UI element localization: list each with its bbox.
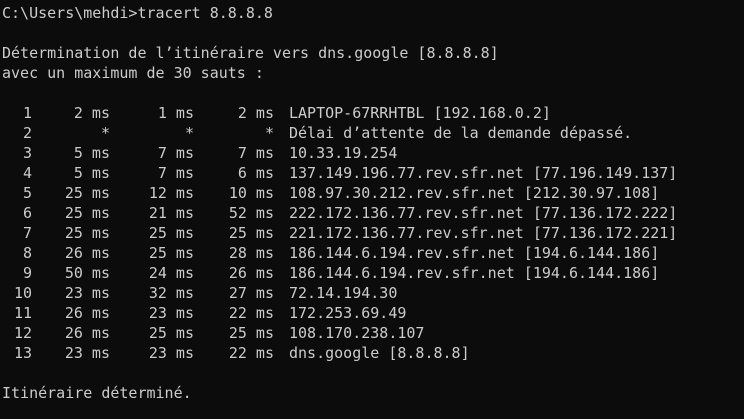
hop-host: 222.172.136.77.rev.sfr.net [77.136.172.2… [289, 204, 678, 222]
rtt-1: 25 ms [64, 184, 110, 202]
rtt-3: 52 ms [228, 204, 274, 222]
hop-host: 108.170.238.107 [289, 324, 425, 342]
hop-host: 186.144.6.194.rev.sfr.net [194.6.144.186… [289, 264, 660, 282]
hop-row: 3 5 ms 7 ms 7 ms 10.33.19.254 [2, 143, 742, 163]
hop-row: 8 26 ms 25 ms 28 ms 186.144.6.194.rev.sfr.ne… [2, 243, 742, 263]
rtt-1: 5 ms [73, 144, 110, 162]
hop-row: 10 23 ms 32 ms 27 ms 72.14.194.30 [2, 283, 742, 303]
hop-host: 172.253.69.49 [289, 304, 407, 322]
rtt-1: 25 ms [64, 224, 110, 242]
terminal-window[interactable]: C:\Users\mehdi>tracert 8.8.8.8 Détermina… [2, 3, 742, 417]
hop-row: 12 26 ms 25 ms 25 ms 108.170.238.107 [2, 323, 742, 343]
max-hops-line: avec un maximum de 30 sauts : [2, 64, 264, 82]
hop-row: 7 25 ms 25 ms 25 ms 221.172.136.77.rev.sfr.n… [2, 223, 742, 243]
hop-row: 5 25 ms 12 ms 10 ms 108.97.30.212.rev.sfr.ne… [2, 183, 742, 203]
hop-row: 6 25 ms 21 ms 52 ms 222.172.136.77.rev.sfr.n… [2, 203, 742, 223]
rtt-3: 28 ms [228, 244, 274, 262]
rtt-2: * [184, 124, 194, 142]
hop-host: dns.google [8.8.8.8] [289, 344, 470, 362]
hop-number: 8 [22, 244, 32, 262]
hop-number: 3 [22, 144, 32, 162]
rtt-3: 2 ms [237, 104, 274, 122]
hop-row: 9 50 ms 24 ms 26 ms 186.144.6.194.rev.sfr.ne… [2, 263, 742, 283]
rtt-3: 22 ms [228, 304, 274, 322]
hop-number: 6 [22, 204, 32, 222]
rtt-2: 7 ms [157, 144, 194, 162]
prompt-command-line: C:\Users\mehdi>tracert 8.8.8.8 [2, 4, 273, 22]
rtt-1: 50 ms [64, 264, 110, 282]
hop-host: 72.14.194.30 [289, 284, 398, 302]
rtt-2: 7 ms [157, 164, 194, 182]
rtt-2: 25 ms [148, 324, 194, 342]
rtt-3: 7 ms [237, 144, 274, 162]
hop-number: 4 [22, 164, 32, 182]
rtt-2: 12 ms [148, 184, 194, 202]
rtt-2: 25 ms [148, 224, 194, 242]
rtt-1: 26 ms [64, 244, 110, 262]
rtt-1: 5 ms [73, 164, 110, 182]
hop-host: 221.172.136.77.rev.sfr.net [77.136.172.2… [289, 224, 678, 242]
hop-row: 4 5 ms 7 ms 6 ms 137.149.196.77.rev.sfr.net … [2, 163, 742, 183]
hop-row: 1 2 ms 1 ms 2 ms LAPTOP-67RRHTBL [192.168.0.… [2, 103, 742, 123]
hop-number: 9 [22, 264, 32, 282]
rtt-3: 27 ms [228, 284, 274, 302]
rtt-2: 23 ms [148, 304, 194, 322]
hop-number: 13 [13, 344, 32, 362]
hop-number: 1 [22, 104, 32, 122]
trace-complete-line: Itinéraire déterminé. [2, 384, 192, 402]
hop-host: Délai d’attente de la demande dépassé. [289, 124, 633, 142]
rtt-3: * [264, 124, 274, 142]
rtt-3: 25 ms [228, 224, 274, 242]
hop-number: 12 [13, 324, 32, 342]
rtt-1: 25 ms [64, 204, 110, 222]
rtt-2: 23 ms [148, 344, 194, 362]
hop-number: 11 [13, 304, 32, 322]
rtt-2: 24 ms [148, 264, 194, 282]
hop-number: 5 [22, 184, 32, 202]
hop-number: 2 [22, 124, 32, 142]
rtt-2: 32 ms [148, 284, 194, 302]
hop-host: 186.144.6.194.rev.sfr.net [194.6.144.186… [289, 244, 660, 262]
rtt-3: 26 ms [228, 264, 274, 282]
hop-number: 7 [22, 224, 32, 242]
hop-host: LAPTOP-67RRHTBL [192.168.0.2] [289, 104, 551, 122]
hop-row: 11 26 ms 23 ms 22 ms 172.253.69.49 [2, 303, 742, 323]
rtt-2: 21 ms [148, 204, 194, 222]
rtt-1: 23 ms [64, 284, 110, 302]
hop-host: 137.149.196.77.rev.sfr.net [77.196.149.1… [289, 164, 678, 182]
rtt-1: 2 ms [73, 104, 110, 122]
rtt-3: 10 ms [228, 184, 274, 202]
hop-row: 2 * * * Délai d’attente de la demande dépass… [2, 123, 742, 143]
rtt-1: 26 ms [64, 304, 110, 322]
rtt-1: * [100, 124, 110, 142]
hop-host: 108.97.30.212.rev.sfr.net [212.30.97.108… [289, 184, 660, 202]
rtt-1: 23 ms [64, 344, 110, 362]
rtt-2: 25 ms [148, 244, 194, 262]
hop-host: 10.33.19.254 [289, 144, 398, 162]
rtt-1: 26 ms [64, 324, 110, 342]
rtt-2: 1 ms [157, 104, 194, 122]
hop-number: 10 [13, 284, 32, 302]
rtt-3: 22 ms [228, 344, 274, 362]
rtt-3: 6 ms [237, 164, 274, 182]
trace-header-line: Détermination de l’itinéraire vers dns.g… [2, 44, 499, 62]
rtt-3: 25 ms [228, 324, 274, 342]
hop-row: 13 23 ms 23 ms 22 ms dns.google [8.8.8.8] [2, 343, 742, 363]
